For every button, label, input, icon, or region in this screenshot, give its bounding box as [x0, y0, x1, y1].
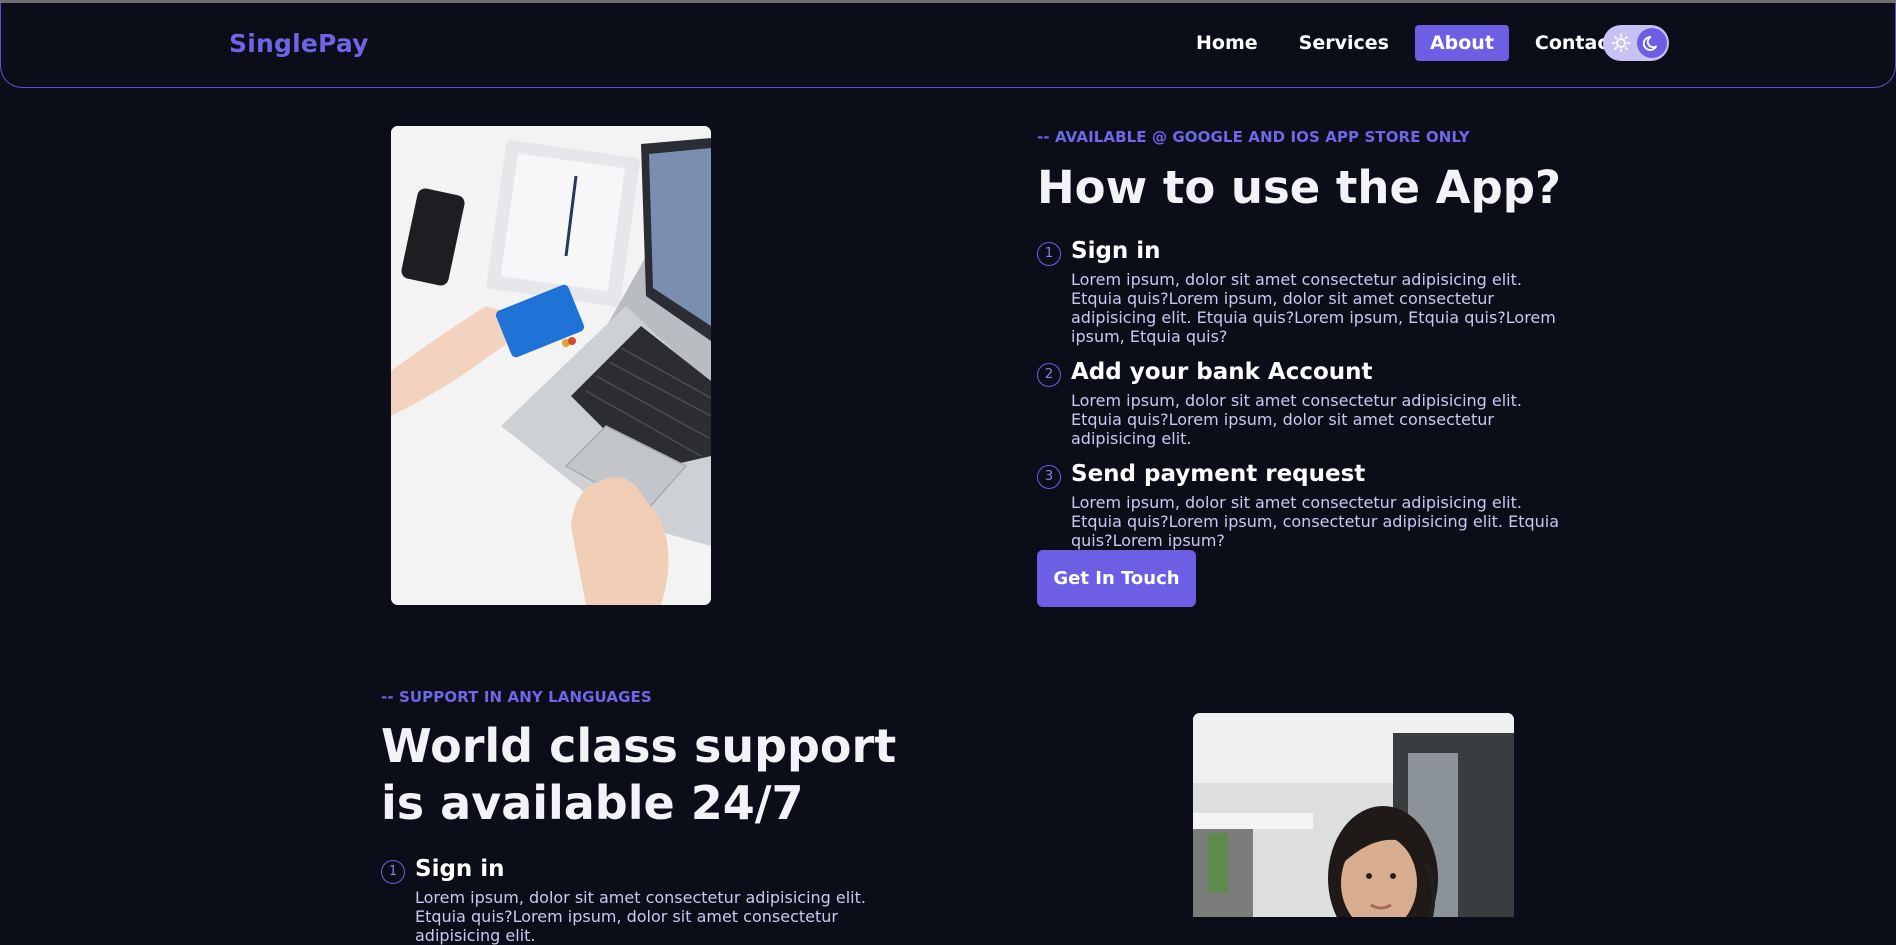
nav-links: Home Services About Contact	[1181, 25, 1644, 61]
section-eyebrow: -- SUPPORT IN ANY LANGUAGES	[381, 688, 652, 706]
step-body: Lorem ipsum, dolor sit amet consectetur …	[1071, 270, 1556, 346]
toggle-knob[interactable]	[1637, 28, 1667, 58]
step-number: 1	[381, 860, 405, 884]
section-eyebrow: -- AVAILABLE @ GOOGLE AND IOS APP STORE …	[1037, 128, 1470, 146]
step-title: Sign in	[1071, 238, 1161, 264]
theme-toggle[interactable]	[1603, 25, 1669, 61]
step-item: 1 Sign in Lorem ipsum, dolor sit amet co…	[381, 854, 921, 945]
support-section: -- SUPPORT IN ANY LANGUAGES World class …	[381, 688, 921, 945]
step-number: 2	[1037, 363, 1061, 387]
navbar: SinglePay Home Services About Contact	[0, 3, 1896, 88]
step-number: 1	[1037, 242, 1061, 266]
step-item: 2 Add your bank Account Lorem ipsum, dol…	[1037, 357, 1577, 448]
step-title: Add your bank Account	[1071, 359, 1373, 385]
step-body: Lorem ipsum, dolor sit amet consectetur …	[1071, 391, 1522, 448]
section-heading: World class support is available 24/7	[381, 719, 897, 830]
step-item: 1 Sign in Lorem ipsum, dolor sit amet co…	[1037, 236, 1577, 346]
section-heading: How to use the App?	[1037, 161, 1562, 214]
how-to-use-section: -- AVAILABLE @ GOOGLE AND IOS APP STORE …	[1037, 128, 1577, 550]
step-number: 3	[1037, 465, 1061, 489]
nav-services[interactable]: Services	[1284, 25, 1404, 61]
get-in-touch-button[interactable]: Get In Touch	[1037, 550, 1196, 607]
brand-logo[interactable]: SinglePay	[229, 29, 369, 58]
payment-photo	[391, 126, 711, 605]
moon-icon	[1643, 36, 1657, 51]
step-title: Sign in	[415, 856, 505, 882]
step-body: Lorem ipsum, dolor sit amet consectetur …	[1071, 493, 1560, 550]
step-item: 3 Send payment request Lorem ipsum, dolo…	[1037, 459, 1577, 550]
sun-icon	[1611, 33, 1631, 53]
support-agent-photo	[1193, 713, 1514, 917]
nav-home[interactable]: Home	[1181, 25, 1273, 61]
step-title: Send payment request	[1071, 461, 1366, 487]
nav-about[interactable]: About	[1414, 25, 1509, 61]
